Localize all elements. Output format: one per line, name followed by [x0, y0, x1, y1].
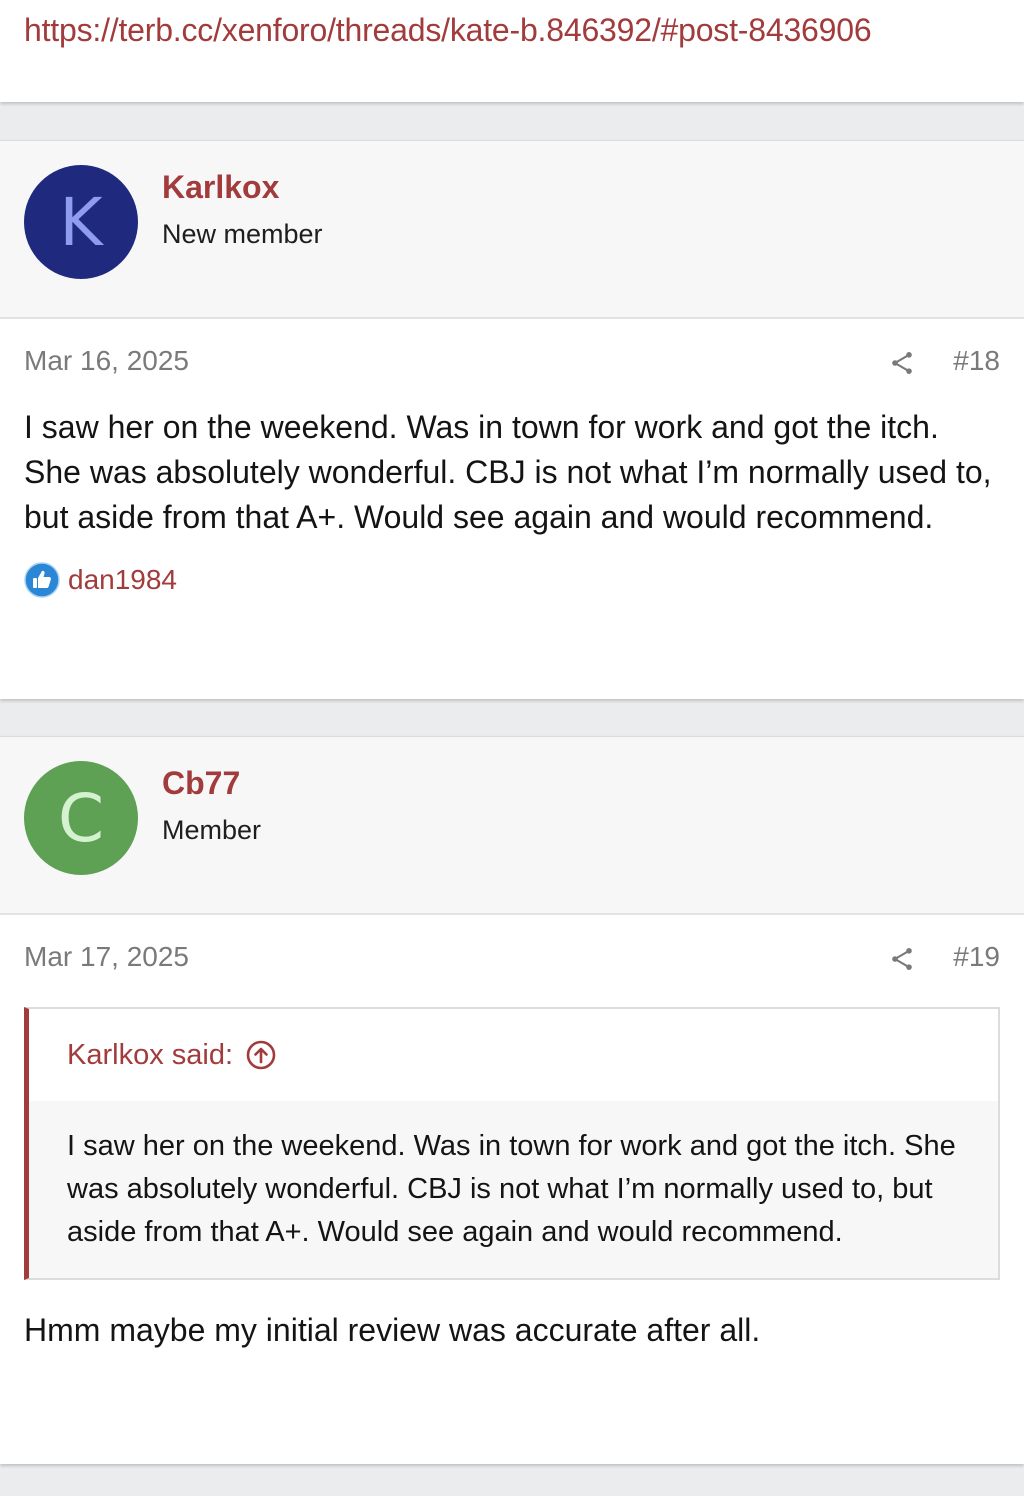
share-icon[interactable]	[888, 349, 916, 377]
quote-header: Karlkox said:	[29, 1009, 998, 1101]
post-date[interactable]: Mar 17, 2025	[24, 941, 189, 973]
avatar[interactable]: C	[24, 761, 138, 875]
share-icon[interactable]	[888, 945, 916, 973]
post-message: I saw her on the weekend. Was in town fo…	[24, 409, 992, 535]
quote-block: Karlkox said: I saw her on the weekend. …	[24, 1007, 1000, 1280]
post-date[interactable]: Mar 16, 2025	[24, 345, 189, 377]
post-message: Hmm maybe my initial review was accurate…	[24, 1312, 761, 1348]
avatar-letter: K	[59, 183, 103, 261]
reactions-bar: dan1984	[0, 540, 1024, 600]
post-meta: Mar 17, 2025 #19	[0, 915, 1024, 1001]
user-title: Member	[162, 815, 262, 845]
user-title: New member	[162, 219, 323, 249]
post-number-link[interactable]: #19	[953, 941, 1000, 973]
username-link[interactable]: Cb77	[162, 765, 240, 802]
thumbs-up-icon	[24, 562, 60, 598]
post-user-header: K Karlkox New member	[0, 141, 1024, 319]
url-card: https://terb.cc/xenforo/threads/kate-b.8…	[0, 0, 1024, 102]
thread-url-link[interactable]: https://terb.cc/xenforo/threads/kate-b.8…	[24, 12, 872, 48]
quote-author-link[interactable]: Karlkox said:	[67, 1039, 233, 1072]
reaction-user-link[interactable]: dan1984	[68, 564, 177, 596]
username-link[interactable]: Karlkox	[162, 169, 279, 206]
post-user-header: C Cb77 Member	[0, 737, 1024, 915]
post-number-link[interactable]: #18	[953, 345, 1000, 377]
circle-arrow-up-icon[interactable]	[245, 1039, 277, 1071]
quote-text: I saw her on the weekend. Was in town fo…	[67, 1130, 956, 1248]
post-19: C Cb77 Member Mar 17, 2025 #19 Karlkox s…	[0, 736, 1024, 1464]
post-18: K Karlkox New member Mar 16, 2025 #18 I …	[0, 140, 1024, 699]
avatar[interactable]: K	[24, 165, 138, 279]
avatar-letter: C	[57, 779, 105, 857]
post-meta: Mar 16, 2025 #18	[0, 319, 1024, 405]
